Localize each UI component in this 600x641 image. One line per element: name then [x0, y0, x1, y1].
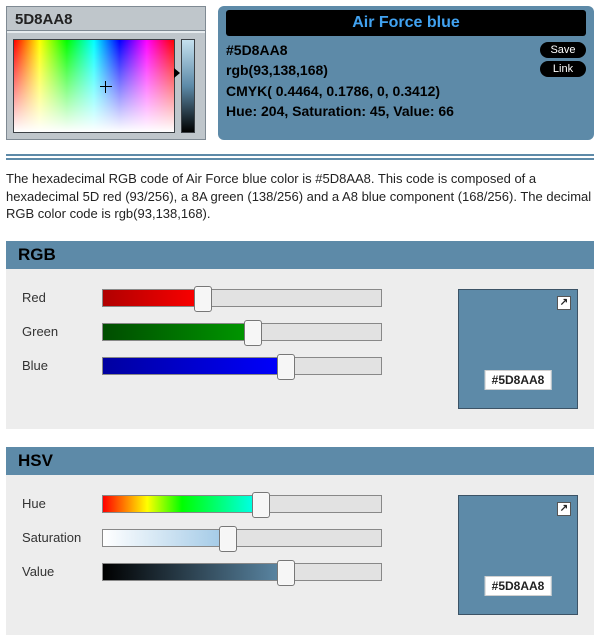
red-label: Red [22, 290, 102, 305]
blue-slider[interactable] [102, 357, 382, 375]
green-slider-thumb[interactable] [244, 320, 262, 346]
hsv-section: HSV Hue Saturation Value [6, 447, 594, 635]
spectrum-area[interactable] [13, 39, 175, 133]
hex-line: #5D8AA8 [226, 40, 328, 60]
rgb-heading: RGB [6, 241, 594, 269]
link-button[interactable]: Link [540, 61, 586, 77]
hue-slider[interactable] [102, 495, 382, 513]
red-slider[interactable] [102, 289, 382, 307]
sat-label: Saturation [22, 530, 102, 545]
strip-handle-icon[interactable] [174, 68, 180, 78]
hue-label: Hue [22, 496, 102, 511]
divider [6, 158, 594, 160]
rgb-line: rgb(93,138,168) [226, 60, 328, 80]
red-slider-thumb[interactable] [194, 286, 212, 312]
hue-slider-thumb[interactable] [252, 492, 270, 518]
expand-icon[interactable]: ↗ [557, 296, 571, 310]
val-label: Value [22, 564, 102, 579]
green-label: Green [22, 324, 102, 339]
color-info-panel: Air Force blue #5D8AA8 rgb(93,138,168) S… [218, 6, 594, 140]
divider [6, 154, 594, 156]
hsv-heading: HSV [6, 447, 594, 475]
sat-slider[interactable] [102, 529, 382, 547]
val-slider-thumb[interactable] [277, 560, 295, 586]
rgb-section: RGB Red Green Blue [6, 241, 594, 429]
sat-slider-thumb[interactable] [219, 526, 237, 552]
cmyk-line: CMYK( 0.4464, 0.1786, 0, 0.3412) [226, 81, 586, 101]
description-text: The hexadecimal RGB code of Air Force bl… [6, 170, 594, 223]
expand-icon[interactable]: ↗ [557, 502, 571, 516]
save-button[interactable]: Save [540, 42, 586, 58]
rgb-swatch: ↗ #5D8AA8 [458, 289, 578, 409]
picker-hex-value: 5D8AA8 [7, 7, 205, 31]
color-name-title: Air Force blue [226, 10, 586, 36]
green-slider[interactable] [102, 323, 382, 341]
spectrum-cursor-icon[interactable] [100, 81, 112, 93]
hsv-line: Hue: 204, Saturation: 45, Value: 66 [226, 101, 586, 121]
color-picker-panel: 5D8AA8 [6, 6, 206, 140]
hsv-swatch: ↗ #5D8AA8 [458, 495, 578, 615]
hsv-swatch-label: #5D8AA8 [485, 576, 552, 596]
rgb-swatch-label: #5D8AA8 [485, 370, 552, 390]
blue-label: Blue [22, 358, 102, 373]
val-slider[interactable] [102, 563, 382, 581]
blue-slider-thumb[interactable] [277, 354, 295, 380]
value-strip[interactable] [181, 39, 195, 133]
